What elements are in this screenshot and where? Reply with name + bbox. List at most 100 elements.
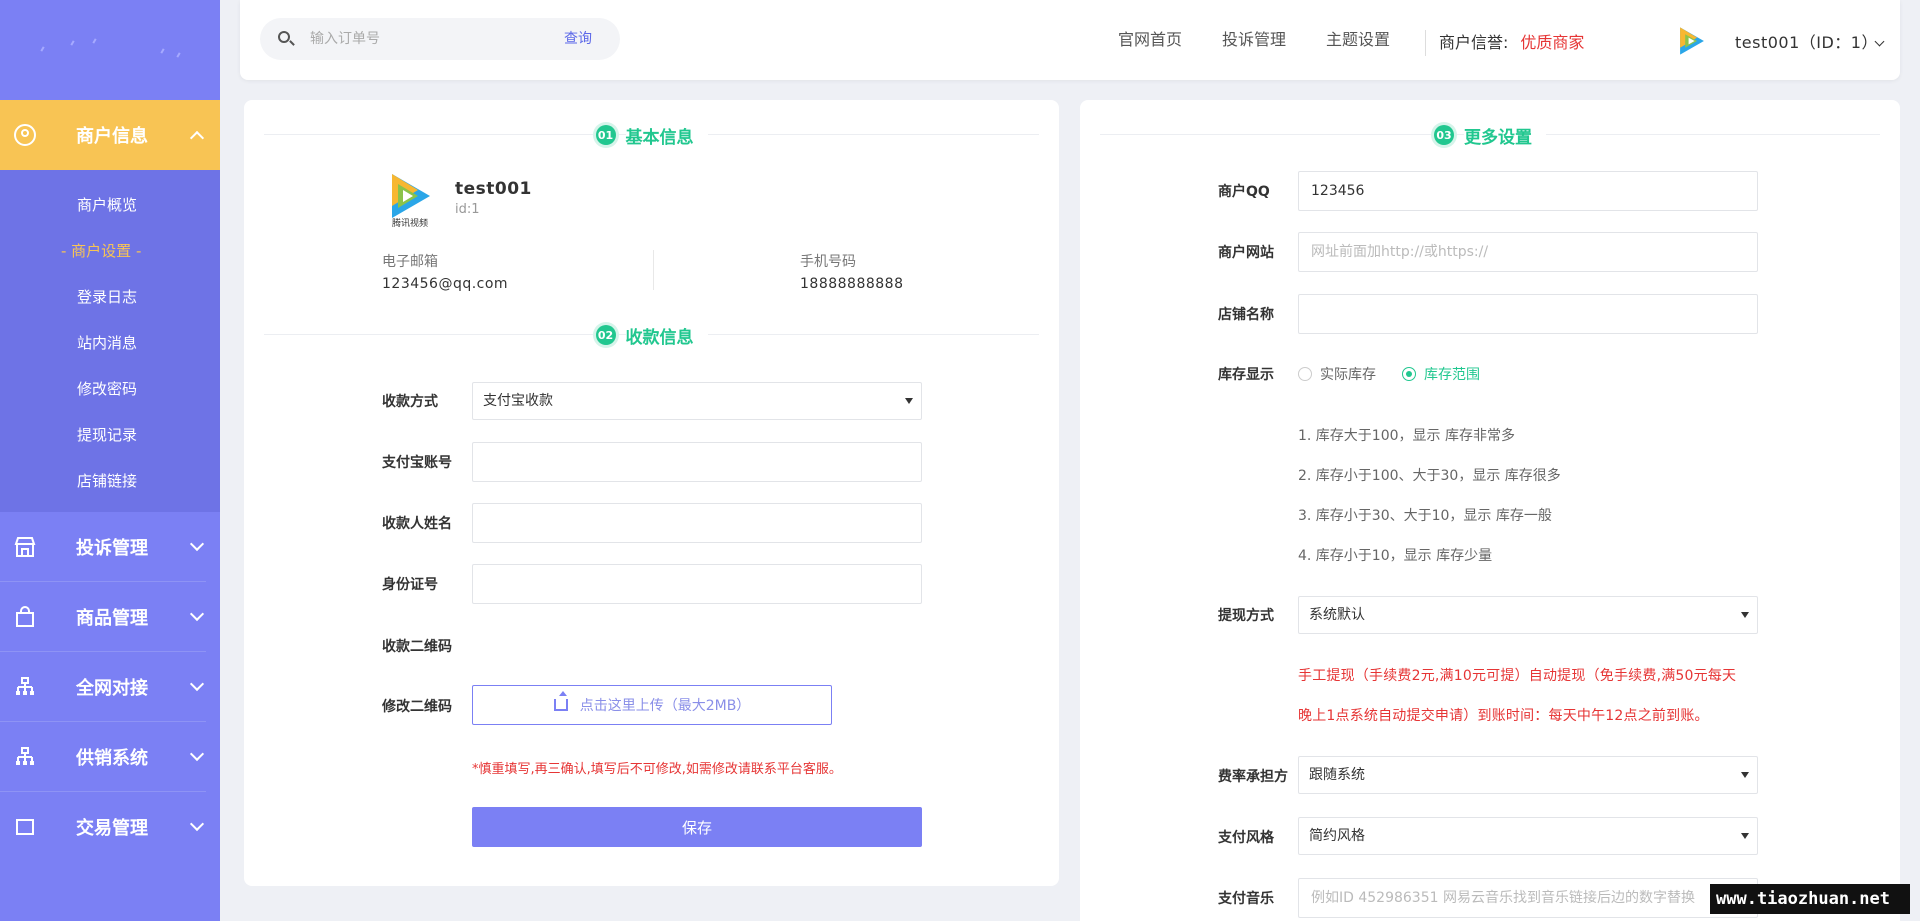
- qr-code-label: 收款二维码: [382, 639, 452, 655]
- alipay-account-input[interactable]: [472, 442, 922, 482]
- user-menu[interactable]: test001（ID：1）: [1735, 0, 1878, 86]
- header-divider: [1425, 30, 1426, 56]
- sidebar-group-merchant-info[interactable]: 商户信息: [0, 100, 220, 170]
- stock-note: 4. 库存小于10，显示 库存少量: [1298, 548, 1493, 564]
- upload-icon: [553, 691, 568, 711]
- stock-radio-actual[interactable]: 实际库存: [1298, 364, 1376, 384]
- withdraw-label: 提现方式: [1218, 608, 1274, 624]
- stock-note: 1. 库存大于100，显示 库存非常多: [1298, 428, 1515, 444]
- sidebar-item-login-log[interactable]: 登录日志: [0, 274, 220, 320]
- section-title: 基本信息: [625, 122, 708, 148]
- chevron-down-icon: [189, 816, 205, 832]
- sidebar-item-withdraw-records[interactable]: 提现记录: [0, 412, 220, 458]
- radio-label: 实际库存: [1320, 367, 1376, 383]
- caret-down-icon: [1741, 612, 1749, 618]
- section-payee-info: 02 收款信息: [244, 320, 1059, 350]
- pay-music-input[interactable]: [1298, 878, 1758, 918]
- sidebar-menu-transactions[interactable]: 交易管理: [0, 792, 206, 862]
- upload-text: 点击这里上传（最大2MB）: [579, 698, 751, 714]
- withdraw-value: 系统默认: [1309, 607, 1365, 623]
- shop-name-input[interactable]: [1298, 294, 1758, 334]
- sidebar-logo: [0, 0, 220, 100]
- pay-style-value: 简约风格: [1309, 828, 1365, 844]
- sidebar-item-shop-link[interactable]: 店铺链接: [0, 458, 220, 504]
- edit-qr-label: 修改二维码: [382, 699, 452, 715]
- stock-display-label: 库存显示: [1218, 367, 1274, 383]
- sidebar-menu-label: 交易管理: [76, 818, 148, 839]
- merchant-credit: 商户信誉: 优质商家: [1439, 0, 1584, 86]
- website-input[interactable]: [1298, 232, 1758, 272]
- sidebar-menu-network[interactable]: 全网对接: [0, 652, 206, 722]
- withdraw-note: 晚上1点系统自动提交申请）到账时间：每天中午12点之前到账。: [1298, 708, 1709, 724]
- basic-payee-card: 01 基本信息 腾讯视频 test001 id:1 电子邮箱 123456@qq…: [244, 100, 1059, 886]
- payee-name-input[interactable]: [472, 503, 922, 543]
- order-search: 查询: [260, 18, 620, 60]
- qq-input[interactable]: [1298, 171, 1758, 211]
- fee-bearer-value: 跟随系统: [1309, 767, 1365, 783]
- pay-style-label: 支付风格: [1218, 830, 1274, 846]
- radio-label: 库存范围: [1424, 367, 1480, 383]
- shop-name-label: 店铺名称: [1218, 307, 1274, 323]
- fee-bearer-select[interactable]: 跟随系统: [1298, 756, 1758, 794]
- alipay-account-label: 支付宝账号: [382, 455, 452, 471]
- search-button[interactable]: 查询: [564, 18, 592, 60]
- chevron-down-icon: [189, 536, 205, 551]
- search-icon: [278, 31, 290, 43]
- credit-label: 商户信誉:: [1439, 33, 1509, 52]
- radio-dot: [1298, 367, 1312, 381]
- sidebar-menu-products[interactable]: 商品管理: [0, 582, 206, 652]
- stock-radio-range[interactable]: 库存范围: [1402, 364, 1480, 384]
- sidebar-item-settings[interactable]: - 商户设置 -: [0, 228, 220, 274]
- sidebar-menu-complaints[interactable]: 投诉管理: [0, 512, 206, 582]
- sidebar-item-messages[interactable]: 站内消息: [0, 320, 220, 366]
- nav-theme[interactable]: 主题设置: [1326, 0, 1390, 80]
- sidebar-submenu: 商户概览 - 商户设置 - 登录日志 站内消息 修改密码 提现记录 店铺链接: [0, 170, 220, 512]
- chevron-up-icon: [189, 130, 205, 146]
- nav-home[interactable]: 官网首页: [1118, 0, 1182, 80]
- pay-method-value: 支付宝收款: [483, 393, 553, 409]
- sidebar-menu-label: 投诉管理: [76, 537, 148, 559]
- sidebar-item-overview[interactable]: 商户概览: [0, 182, 220, 228]
- nav-complaints[interactable]: 投诉管理: [1222, 0, 1286, 80]
- merchant-name: test001: [455, 179, 532, 199]
- chevron-down-icon: [189, 746, 205, 761]
- sidebar-menu-label: 供销系统: [76, 747, 148, 769]
- sidebar-item-password[interactable]: 修改密码: [0, 366, 220, 412]
- more-settings-card: 03 更多设置 商户QQ 商户网站 店铺名称 库存显示 实际库存 库存范围 1.…: [1080, 100, 1900, 921]
- shopping-bag-icon: [14, 605, 36, 628]
- pay-method-select[interactable]: 支付宝收款: [472, 382, 922, 420]
- credit-value: 优质商家: [1520, 33, 1585, 52]
- user-circle-icon: [14, 124, 36, 146]
- radio-dot: [1402, 367, 1416, 381]
- id-card-label: 身份证号: [382, 577, 438, 593]
- sidebar: 商户信息 商户概览 - 商户设置 - 登录日志 站内消息 修改密码 提现记录 店…: [0, 0, 220, 921]
- merchant-logo: 腾讯视频: [392, 174, 430, 228]
- sidebar-menu-distribution[interactable]: 供销系统: [0, 722, 206, 792]
- top-header: 查询 官网首页 投诉管理 主题设置 商户信誉:优质商家 test001（ID：1…: [240, 0, 1900, 80]
- section-title: 更多设置: [1464, 122, 1546, 148]
- pay-style-select[interactable]: 简约风格: [1298, 817, 1758, 855]
- email-label: 电子邮箱: [382, 254, 438, 270]
- section-number: 01: [595, 125, 616, 145]
- phone-label: 手机号码: [800, 254, 856, 270]
- chevron-down-icon: [189, 606, 205, 621]
- withdraw-select[interactable]: 系统默认: [1298, 596, 1758, 634]
- withdraw-note: 手工提现（手续费2元,满10元可提）自动提现（免手续费,满50元每天: [1298, 668, 1737, 684]
- payee-warning: *慎重填写,再三确认,填写后不可修改,如需修改请联系平台客服。: [472, 762, 842, 777]
- payee-name-label: 收款人姓名: [382, 516, 452, 532]
- logo-text: 腾讯视频: [392, 217, 428, 228]
- avatar[interactable]: [1675, 24, 1709, 58]
- info-divider: [653, 250, 654, 290]
- sitemap-icon: [14, 676, 36, 698]
- caret-down-icon: [905, 398, 913, 404]
- save-button[interactable]: 保存: [472, 807, 922, 847]
- section-title: 收款信息: [625, 322, 708, 348]
- sidebar-menu-label: 商品管理: [76, 607, 148, 629]
- id-card-input[interactable]: [472, 564, 922, 604]
- order-search-input[interactable]: [310, 18, 540, 60]
- list-icon: [14, 816, 36, 838]
- store-icon: [14, 536, 36, 558]
- fee-bearer-label: 费率承担方: [1218, 769, 1288, 785]
- upload-qr-button[interactable]: 点击这里上传（最大2MB）: [472, 685, 832, 725]
- section-number: 03: [1434, 125, 1454, 145]
